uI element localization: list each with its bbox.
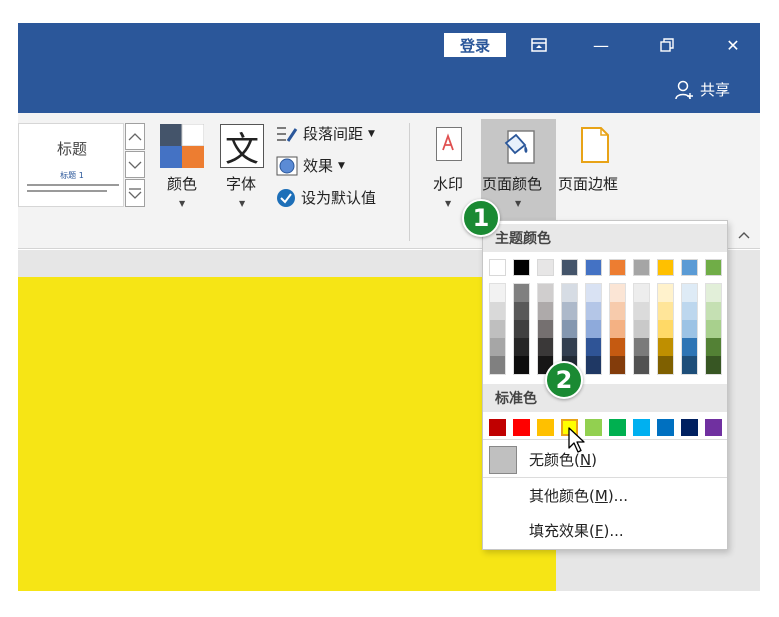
caret-down-icon: ▼ bbox=[338, 160, 345, 171]
gallery-more-button[interactable] bbox=[125, 179, 145, 207]
close-icon: ✕ bbox=[726, 35, 740, 55]
step-badge-1: 1 bbox=[462, 199, 500, 237]
theme-shade-column[interactable] bbox=[609, 283, 626, 375]
theme-color-swatch[interactable] bbox=[633, 259, 650, 276]
fill-effects-label: 填充效果 bbox=[529, 522, 590, 540]
minimize-button[interactable]: — bbox=[586, 33, 616, 57]
person-icon bbox=[675, 80, 693, 99]
page-borders-icon[interactable] bbox=[581, 127, 609, 163]
theme-color-swatch[interactable] bbox=[681, 259, 698, 276]
login-button[interactable]: 登录 bbox=[444, 33, 506, 57]
menu-separator bbox=[483, 439, 727, 440]
caret-down-icon: ▼ bbox=[515, 199, 522, 208]
more-colors-label: 其他颜色 bbox=[529, 487, 590, 505]
standard-color-swatch[interactable] bbox=[657, 419, 674, 436]
theme-shade-column[interactable] bbox=[585, 283, 602, 375]
standard-color-swatch[interactable] bbox=[489, 419, 506, 436]
caret-down-icon: ▼ bbox=[368, 128, 375, 139]
more-colors-key: M bbox=[594, 487, 608, 505]
caret-down-icon: ▼ bbox=[239, 199, 246, 208]
expand-gallery-icon bbox=[128, 188, 142, 199]
fonts-label: 字体 bbox=[226, 175, 257, 193]
theme-color-swatch[interactable] bbox=[657, 259, 674, 276]
set-as-default-label: 设为默认值 bbox=[301, 189, 377, 207]
standard-color-swatch[interactable] bbox=[585, 419, 602, 436]
fill-effects-item[interactable]: 填充效果(F)... bbox=[529, 520, 624, 541]
paragraph-spacing-icon bbox=[277, 126, 298, 142]
restore-button[interactable] bbox=[652, 33, 682, 57]
theme-shade-column[interactable] bbox=[705, 283, 722, 375]
fill-effects-key: F bbox=[594, 522, 604, 540]
theme-colors-icon[interactable] bbox=[160, 124, 204, 168]
theme-shade-column[interactable] bbox=[633, 283, 650, 375]
document-page bbox=[18, 277, 556, 591]
set-as-default-button[interactable]: 设为默认值 bbox=[276, 187, 376, 208]
title-bar: 登录 — ✕ 共享 bbox=[18, 23, 760, 113]
gallery-text-line bbox=[27, 190, 107, 192]
standard-color-swatch[interactable] bbox=[633, 419, 650, 436]
theme-color-swatch[interactable] bbox=[585, 259, 602, 276]
chevron-down-icon bbox=[128, 161, 142, 169]
watermark-icon[interactable] bbox=[436, 127, 462, 161]
effects-icon bbox=[276, 156, 298, 175]
collapse-ribbon-button[interactable] bbox=[738, 227, 750, 243]
theme-colors-header: 主题颜色 bbox=[483, 224, 727, 252]
paint-bucket-icon bbox=[504, 130, 535, 164]
gallery-text-line bbox=[27, 184, 119, 186]
caret-down-icon: ▼ bbox=[445, 199, 452, 208]
standard-color-swatch[interactable] bbox=[705, 419, 722, 436]
paragraph-spacing-label: 段落间距 bbox=[303, 125, 364, 143]
theme-shade-column[interactable] bbox=[537, 283, 554, 375]
page-color-label: 页面颜色 bbox=[482, 175, 543, 193]
gallery-title: 标题 bbox=[56, 140, 87, 158]
ribbon-group-divider bbox=[409, 123, 410, 241]
theme-color-swatch[interactable] bbox=[561, 259, 578, 276]
close-button[interactable]: ✕ bbox=[718, 33, 748, 57]
gallery-scroll-down-button[interactable] bbox=[125, 151, 145, 178]
paragraph-spacing-button[interactable]: 段落间距 ▼ bbox=[276, 123, 375, 144]
theme-shade-column[interactable] bbox=[657, 283, 674, 375]
standard-color-swatch[interactable] bbox=[513, 419, 530, 436]
caret-down-icon: ▼ bbox=[179, 199, 186, 208]
checkmark-icon bbox=[277, 188, 295, 207]
effects-button[interactable]: 效果 ▼ bbox=[276, 155, 345, 176]
theme-shade-column[interactable] bbox=[681, 283, 698, 375]
gallery-scroll-up-button[interactable] bbox=[125, 123, 145, 150]
page-color-dropdown: 主题颜色 标准色 无颜色(N) 其他颜色(M)... 填充效果(F)... bbox=[482, 220, 728, 550]
watermark-label: 水印 bbox=[433, 175, 464, 193]
theme-color-swatch[interactable] bbox=[513, 259, 530, 276]
effects-label: 效果 bbox=[303, 157, 334, 175]
share-label: 共享 bbox=[700, 81, 731, 99]
ribbon-display-icon bbox=[531, 38, 547, 52]
chevron-up-icon bbox=[128, 132, 142, 140]
ribbon-display-options-button[interactable] bbox=[524, 33, 554, 57]
standard-color-swatch[interactable] bbox=[537, 419, 554, 436]
theme-color-swatch[interactable] bbox=[609, 259, 626, 276]
standard-color-swatch[interactable] bbox=[609, 419, 626, 436]
step-badge-2: 2 bbox=[545, 361, 583, 399]
menu-separator bbox=[483, 477, 727, 478]
page-borders-label: 页面边框 bbox=[558, 175, 619, 193]
chevron-up-icon bbox=[738, 232, 750, 239]
gallery-subtitle: 标题 1 bbox=[60, 171, 84, 180]
more-colors-item[interactable]: 其他颜色(M)... bbox=[529, 485, 628, 506]
theme-color-swatch[interactable] bbox=[537, 259, 554, 276]
mouse-cursor-icon bbox=[568, 427, 585, 453]
no-color-swatch bbox=[489, 446, 517, 474]
minimize-icon: — bbox=[593, 35, 609, 55]
colors-label: 颜色 bbox=[167, 175, 198, 193]
fonts-icon[interactable]: 文 bbox=[220, 124, 264, 170]
style-set-gallery[interactable]: 标题 标题 1 bbox=[18, 123, 124, 207]
theme-shade-column[interactable] bbox=[513, 283, 530, 375]
theme-shade-column[interactable] bbox=[489, 283, 506, 375]
standard-colors-header: 标准色 bbox=[483, 384, 727, 412]
restore-icon bbox=[660, 38, 674, 52]
share-button[interactable]: 共享 bbox=[674, 79, 730, 100]
theme-color-swatch[interactable] bbox=[705, 259, 722, 276]
standard-color-swatch[interactable] bbox=[681, 419, 698, 436]
theme-color-swatch[interactable] bbox=[489, 259, 506, 276]
